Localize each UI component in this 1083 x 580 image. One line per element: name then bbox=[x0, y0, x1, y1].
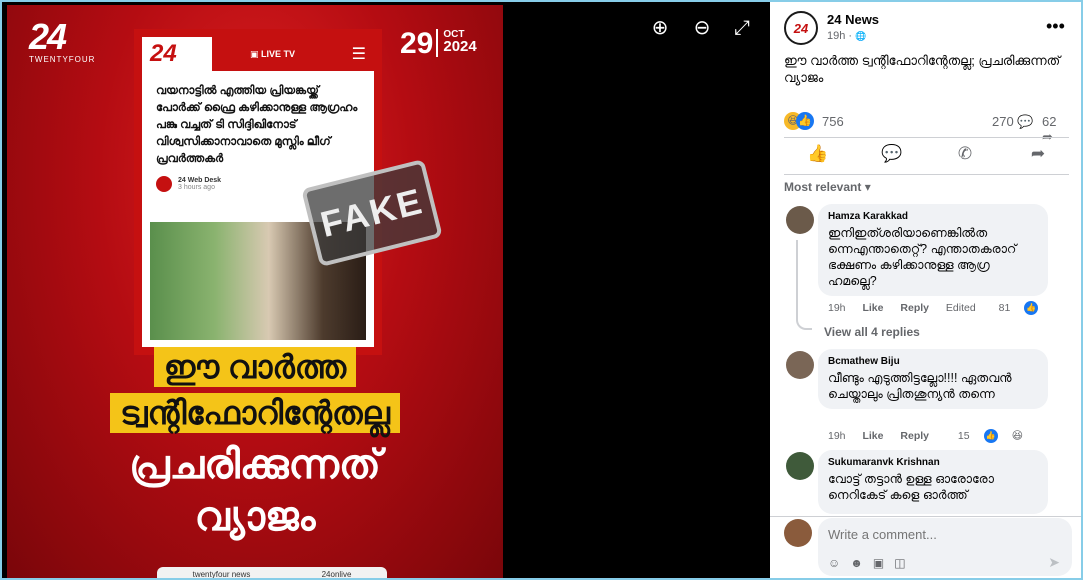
avatar-sticker-icon[interactable]: ☺ bbox=[828, 556, 840, 570]
article-time: 3 hours ago bbox=[178, 184, 215, 191]
share-button[interactable]: ➦ bbox=[1018, 144, 1058, 170]
commenter-avatar[interactable] bbox=[786, 452, 814, 480]
post-time[interactable]: 19h bbox=[827, 30, 845, 42]
comment-bubble: Bcmathew Biju വീണ്ടും എടുത്തിട്ടല്ലോ!!!!… bbox=[818, 349, 1048, 409]
page-name[interactable]: 24 News bbox=[827, 12, 879, 27]
comment-reply-link[interactable]: Reply bbox=[900, 302, 929, 314]
image-viewer: 24 TWENTYFOUR 29 OCT 2024 24 ▣ LIVE TV ☰ വ… bbox=[2, 2, 770, 578]
like-badge-icon: 👍 bbox=[1024, 301, 1039, 315]
send-icon[interactable]: ➤ bbox=[1048, 554, 1060, 571]
comment-bubble: Sukumaranvk Krishnan വോട്ട് തട്ടാൻ ഉള്ള … bbox=[818, 450, 1048, 514]
thread-line bbox=[796, 240, 812, 330]
my-avatar[interactable] bbox=[784, 519, 812, 547]
like-button[interactable]: 👍 bbox=[798, 144, 838, 170]
haha-badge-icon: 😆 bbox=[1011, 430, 1024, 442]
article-logo: 24 bbox=[150, 40, 177, 67]
sticker-icon[interactable]: ◫ bbox=[894, 556, 905, 570]
post-meta: 19h · 🌐 bbox=[827, 30, 867, 42]
globe-icon: 🌐 bbox=[855, 31, 867, 41]
live-tv-label: ▣ LIVE TV bbox=[250, 48, 296, 59]
article-header: 24 ▣ LIVE TV ☰ bbox=[142, 37, 374, 71]
comment-composer: ☺ ☻ ▣ ◫ ➤ bbox=[818, 518, 1072, 576]
comment-sort-dropdown[interactable]: Most relevant ▾ bbox=[784, 180, 871, 194]
composer-tools: ☺ ☻ ▣ ◫ bbox=[828, 556, 906, 570]
post-caption: ഈ വാർത്ത ട്വന്റിഫോറിന്റേതല്ല; പ്രചരിക്കു… bbox=[784, 53, 1061, 85]
comment-bubble: Hamza Karakkad ഇനിഇത്ശരിയാണെങ്കിൽത ന്നെഎ… bbox=[818, 204, 1048, 296]
reactions-summary[interactable]: 😆 👍 756 270 💬 62 ➦ bbox=[784, 112, 1069, 144]
poster-slogan: ഈ വാർത്ത ട്വന്റിഫോറിന്റേതല്ല പ്രചരിക്കുന… bbox=[7, 347, 503, 543]
article-author: 24 Web Desk bbox=[178, 177, 222, 184]
hamburger-icon: ☰ bbox=[351, 46, 366, 63]
shares-count[interactable]: 62 ➦ bbox=[1042, 114, 1069, 145]
footer-site: twentyfour news bbox=[192, 569, 251, 579]
photo-viewer-window: 24 TWENTYFOUR 29 OCT 2024 24 ▣ LIVE TV ☰ വ… bbox=[2, 2, 1081, 578]
commenter-avatar[interactable] bbox=[786, 206, 814, 234]
comment-text: ഇനിഇത്ശരിയാണെങ്കിൽത ന്നെഎന്താതെറ്റ്? എന്… bbox=[828, 226, 1017, 288]
comment-text: വോട്ട് തട്ടാൻ ഉള്ള ഓരോരോ നെറികേട് കളെ ഓർ… bbox=[828, 472, 994, 502]
footer-handle: 24onlive bbox=[321, 569, 352, 579]
post-image[interactable]: 24 TWENTYFOUR 29 OCT 2024 24 ▣ LIVE TV ☰ വ… bbox=[7, 5, 503, 578]
slogan-line-3: പ്രചരിക്കുന്നത് bbox=[129, 443, 381, 487]
view-replies-link[interactable]: View all 4 replies bbox=[824, 325, 920, 339]
like-badge-icon: 👍 bbox=[983, 429, 998, 444]
comment-button[interactable]: 💬 bbox=[872, 144, 912, 170]
fullscreen-icon[interactable]: ⤢ bbox=[728, 14, 756, 42]
slogan-line-1: ഈ വാർത്ത bbox=[153, 347, 357, 387]
reactions-count: 756 bbox=[822, 114, 844, 129]
slogan-line-4: വ്യാജം bbox=[194, 495, 316, 539]
comment-input[interactable] bbox=[828, 527, 1058, 542]
comment-time[interactable]: 19h bbox=[828, 430, 846, 442]
zoom-out-icon[interactable]: ⊖ bbox=[688, 14, 716, 42]
commenter-name[interactable]: Bcmathew Biju bbox=[828, 356, 1038, 367]
poster-footer: twentyfour news 24onlive bbox=[157, 567, 387, 578]
emoji-icon[interactable]: ☻ bbox=[850, 556, 863, 570]
post-side-panel: 24 24 News 19h · 🌐 ••• ഈ വാർത്ത ട്വന്റിഫ… bbox=[770, 2, 1081, 578]
slogan-line-2: ട്വന്റിഫോറിന്റേതല്ല bbox=[110, 393, 400, 433]
whatsapp-share-button[interactable]: ✆ bbox=[945, 144, 985, 170]
logo-number: 24 bbox=[29, 16, 67, 57]
comment-like-link[interactable]: Like bbox=[862, 430, 883, 442]
comment-count-icon: 💬 bbox=[1017, 114, 1034, 129]
logo-text: TWENTYFOUR bbox=[29, 55, 96, 64]
gif-icon[interactable]: ▣ bbox=[873, 556, 884, 570]
comment-reaction-count[interactable]: 15 👍 😆 bbox=[958, 429, 1037, 444]
like-reaction-icon: 👍 bbox=[796, 112, 814, 130]
comment-reaction-count[interactable]: 81 👍 bbox=[999, 301, 1053, 315]
caret-down-icon: ▾ bbox=[864, 180, 871, 194]
poster-date: 29 OCT 2024 bbox=[400, 27, 477, 61]
comment-like-link[interactable]: Like bbox=[862, 302, 883, 314]
author-avatar bbox=[156, 176, 172, 192]
commenter-avatar[interactable] bbox=[786, 351, 814, 379]
comment-time[interactable]: 19h bbox=[828, 302, 846, 314]
comment-text: വീണ്ടും എടുത്തിട്ടല്ലോ!!!! ഏതവൻ ചെയ്താലു… bbox=[828, 371, 1012, 401]
page-avatar[interactable]: 24 bbox=[784, 11, 818, 45]
date-day: 29 bbox=[400, 27, 434, 60]
comment-meta: 19h Like Reply 15 👍 😆 bbox=[828, 429, 1051, 444]
commenter-name[interactable]: Hamza Karakkad bbox=[828, 211, 1038, 222]
more-options-icon[interactable]: ••• bbox=[1046, 16, 1065, 37]
commenter-name[interactable]: Sukumaranvk Krishnan bbox=[828, 457, 1038, 468]
comments-count[interactable]: 270 💬 bbox=[992, 114, 1034, 130]
article-headline: വയനാട്ടിൽ എത്തിയ പ്രിയങ്കയ്ക്ക് പോർക്ക് … bbox=[156, 85, 358, 165]
zoom-in-icon[interactable]: ⊕ bbox=[646, 14, 674, 42]
comment-meta: 19h Like Reply Edited 81 👍 bbox=[828, 301, 1066, 315]
comment-edited-label: Edited bbox=[945, 301, 976, 314]
channel-logo: 24 TWENTYFOUR bbox=[29, 16, 101, 65]
date-year: 2024 bbox=[443, 38, 477, 55]
comment-reply-link[interactable]: Reply bbox=[900, 430, 929, 442]
